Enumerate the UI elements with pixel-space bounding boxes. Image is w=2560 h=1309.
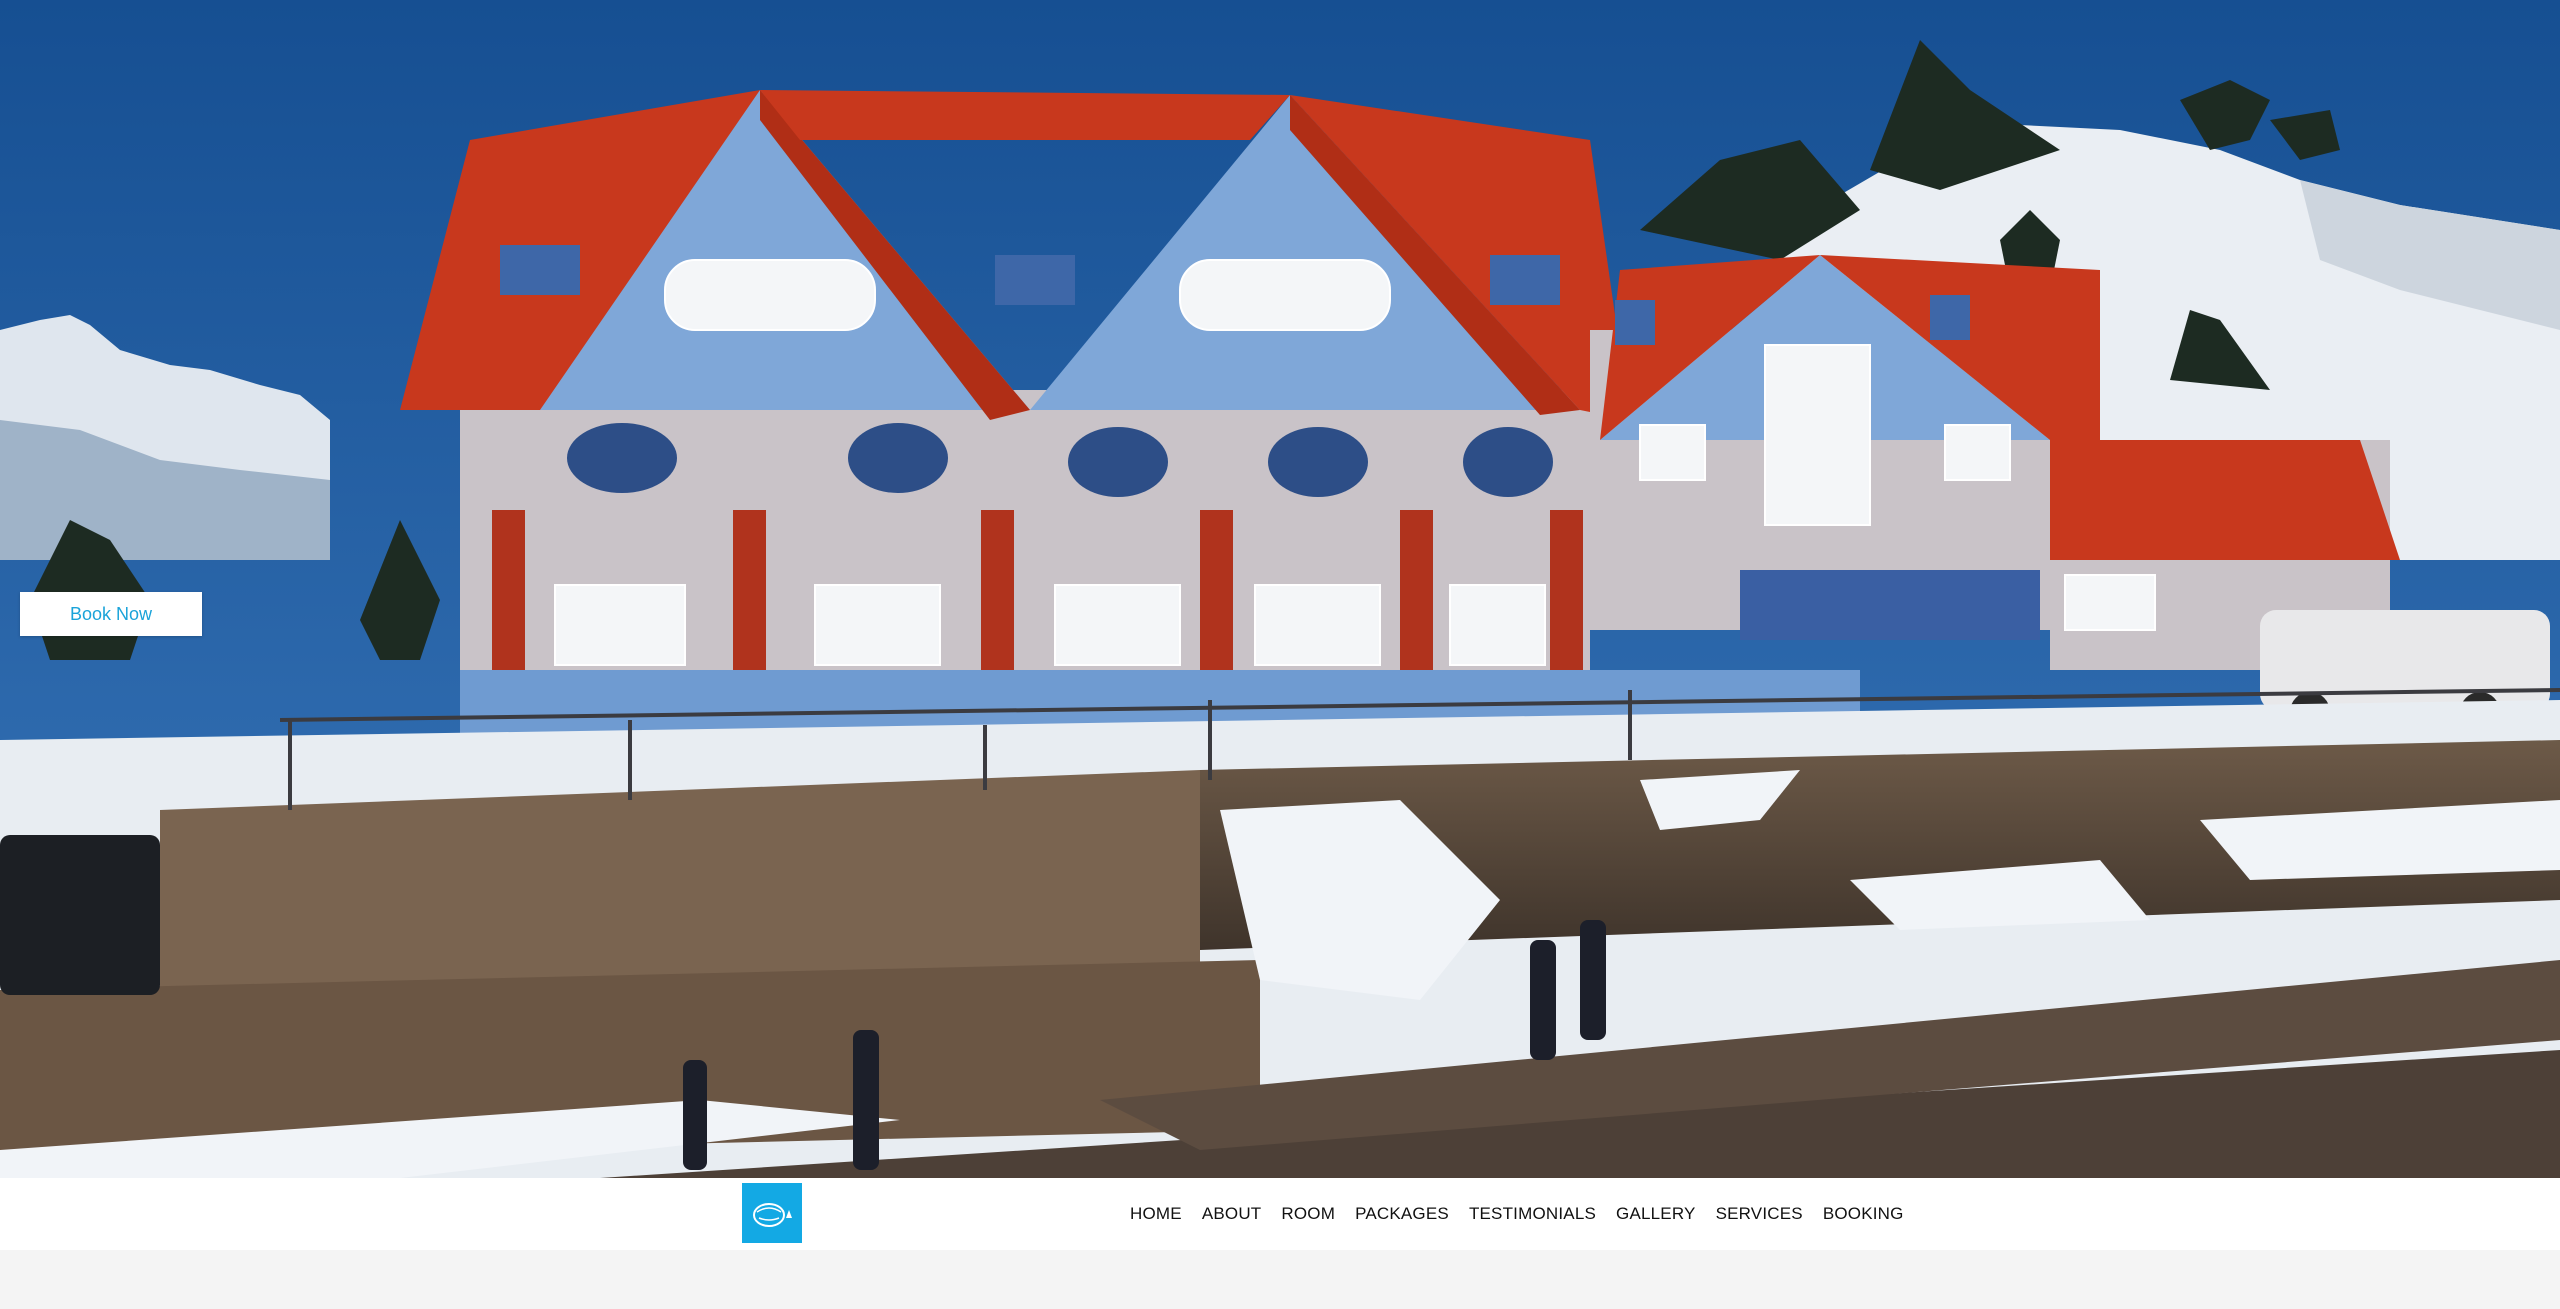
main-navbar: HOME ABOUT ROOM PACKAGES TESTIMONIALS GA… (0, 1178, 2560, 1250)
hero-banner: Book Now (0, 0, 2560, 1178)
nav-gallery[interactable]: GALLERY (1616, 1204, 1696, 1224)
primary-nav: HOME ABOUT ROOM PACKAGES TESTIMONIALS GA… (1130, 1178, 1924, 1250)
nav-packages[interactable]: PACKAGES (1355, 1204, 1449, 1224)
nav-services[interactable]: SERVICES (1716, 1204, 1803, 1224)
nav-room[interactable]: ROOM (1281, 1204, 1335, 1224)
nav-about[interactable]: ABOUT (1202, 1204, 1262, 1224)
book-now-button[interactable]: Book Now (20, 592, 202, 636)
resort-logo-icon[interactable] (742, 1183, 802, 1243)
nav-home[interactable]: HOME (1130, 1204, 1182, 1224)
nav-testimonials[interactable]: TESTIMONIALS (1469, 1204, 1596, 1224)
logo-mark-icon (753, 1203, 792, 1227)
nav-booking[interactable]: BOOKING (1823, 1204, 1904, 1224)
page-content-area (0, 1250, 2560, 1309)
hero-photo (0, 0, 2560, 1178)
